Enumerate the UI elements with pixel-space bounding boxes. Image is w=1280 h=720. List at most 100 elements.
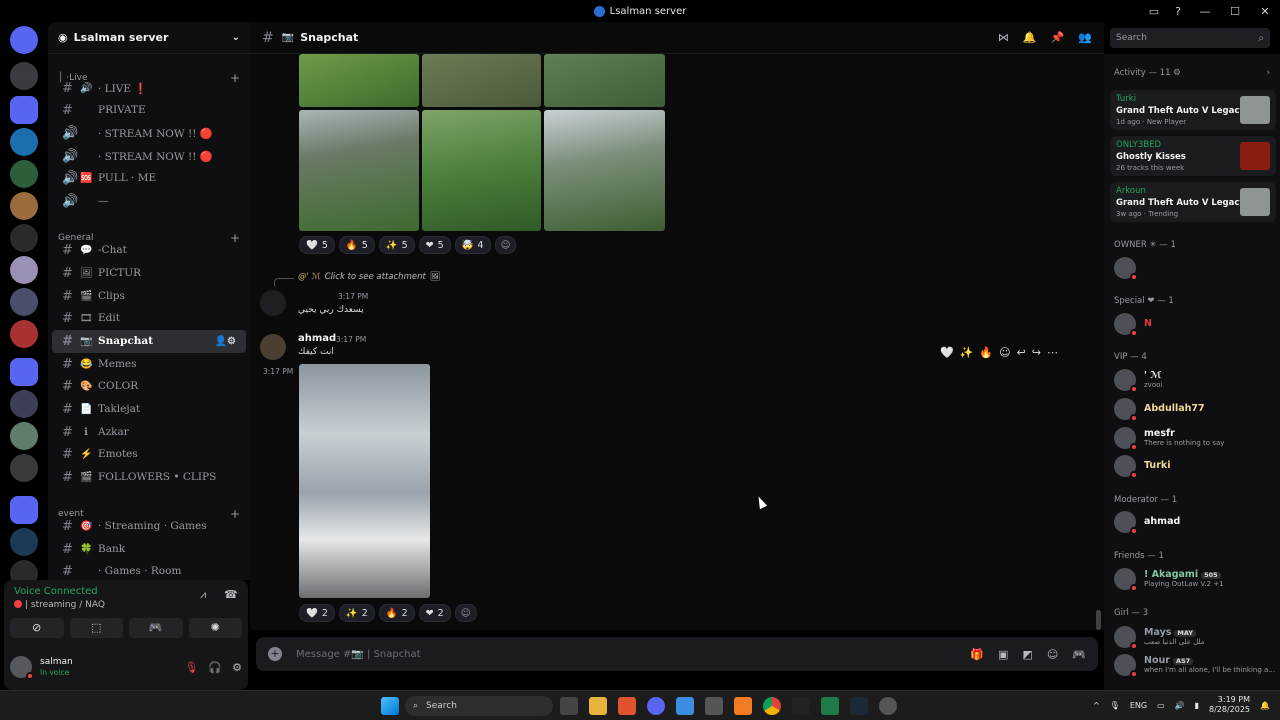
attachment-image[interactable] [544,54,665,107]
channel-item[interactable]: 🔊 — [52,190,246,213]
avatar[interactable] [1114,257,1138,281]
language-indicator[interactable]: ENG [1130,701,1147,710]
more-icon[interactable]: ⋯ [1047,346,1058,359]
reaction-chip[interactable]: ✨ 5 [378,236,415,254]
channel-item[interactable]: # 🎨 COLOR [52,375,246,398]
reaction-chip[interactable]: ❤ 5 [418,236,451,254]
brave-browser-icon[interactable] [618,697,636,715]
member-item[interactable]: Turki [1114,453,1276,479]
reply-icon[interactable]: ↩ [1017,346,1026,359]
app-icon[interactable] [879,697,897,715]
battery-icon[interactable]: ▮ [1195,701,1199,710]
discord-home-icon[interactable] [10,26,38,54]
gif-icon[interactable]: ▣ [998,648,1008,661]
avatar[interactable] [260,290,286,316]
reaction-chip[interactable]: 🔥 2 [378,604,415,622]
channel-item[interactable]: # 🎯 · Streaming · Games [52,515,246,538]
add-reaction-icon[interactable]: ☺ [999,346,1010,359]
add-reaction-icon[interactable]: ☺ [454,604,477,622]
server-icon[interactable] [10,288,38,316]
task-view-icon[interactable] [560,697,578,715]
pin-icon[interactable]: 📌 [1051,31,1065,44]
avatar[interactable] [1114,427,1138,451]
gift-icon[interactable]: 🎁 [970,648,984,661]
avatar[interactable] [1114,455,1138,479]
avatar[interactable] [1114,398,1138,422]
screen-share-button[interactable]: ⬚ [69,618,123,638]
deafen-icon[interactable]: 🎧 [208,661,222,674]
activity-card[interactable]: ONLY3BED Ghostly Kisses 26 tracks this wee… [1110,136,1276,176]
minimize-button[interactable]: — [1190,5,1220,18]
close-button[interactable]: ✕ [1250,5,1280,18]
avatar[interactable] [10,656,34,680]
channel-item[interactable]: # PRIVATE [52,99,246,122]
member-item[interactable]: mesfr There is nothing to say [1114,425,1276,451]
app-icon[interactable] [821,697,839,715]
server-icon[interactable] [10,422,38,450]
member-item[interactable] [1114,255,1276,281]
reply-author[interactable]: @' ℳ [298,272,321,282]
server-icon[interactable] [10,160,38,188]
discord-app-icon[interactable] [647,697,665,715]
channel-item[interactable]: 🔊 · STREAM NOW !! 🔴 [52,145,246,168]
attachment-image[interactable] [422,110,541,231]
reaction-chip[interactable]: 🤍 2 [299,604,335,622]
channel-item[interactable]: # 🍀 Bank [52,538,246,561]
chrome-icon[interactable] [763,697,781,715]
network-icon[interactable]: ▭ [1157,701,1165,710]
app-icon[interactable] [705,697,723,715]
activity-card[interactable]: Turki Grand Theft Auto V Legacy 1d ago · N… [1110,90,1276,130]
forward-icon[interactable]: ↪ [1032,346,1041,359]
channel-item[interactable]: # 🎬 FOLLOWERS • CLIPS [52,466,246,489]
microphone-icon[interactable]: 🎙 [1110,701,1120,710]
soundboard-button[interactable]: ✺ [188,618,242,638]
activity-card[interactable]: Arkoun Grand Theft Auto V Legacy 3w ago · … [1110,182,1276,222]
message-composer[interactable]: + Message #📷 | Snapchat 🎁 ▣ ◩ ☺ 🎮 [256,637,1098,671]
server-icon[interactable] [10,128,38,156]
server-icon[interactable] [10,224,38,252]
member-item[interactable]: Abdullah77 [1114,396,1276,422]
avatar[interactable] [1114,654,1138,678]
clock[interactable]: 3:19 PM 8/28/2025 [1209,695,1250,716]
server-icon[interactable] [10,528,38,556]
attachment-image[interactable] [299,110,419,231]
server-icon[interactable] [10,320,38,348]
channel-item[interactable]: # 💬 -Chat [52,239,246,262]
camera-off-button[interactable]: ⊘ [10,618,64,638]
reaction-chip[interactable]: 🤍 5 [299,236,335,254]
channel-item[interactable]: # ℹ Azkar [52,421,246,444]
member-item[interactable]: ! Akagami 505 Playing OutLaw V.2 +1 [1114,566,1276,592]
scrollbar[interactable] [1096,610,1101,630]
avatar[interactable] [1114,313,1138,337]
user-panel[interactable]: salman In voice 🎙 🎧 ⚙ [10,650,242,684]
avatar[interactable] [1114,568,1138,592]
maximize-button[interactable]: ☐ [1220,5,1250,18]
reaction-chip[interactable]: 🤯 4 [454,236,491,254]
windows-start-icon[interactable] [381,697,399,715]
avatar[interactable] [260,334,286,360]
fire-reaction-icon[interactable]: 🔥 [979,346,993,359]
file-explorer-icon[interactable] [589,697,607,715]
store-icon[interactable] [676,697,694,715]
add-reaction-icon[interactable]: ☺ [494,236,517,254]
server-icon[interactable] [10,454,38,482]
bell-icon[interactable]: 🔔 [1023,31,1037,44]
mute-icon[interactable]: 🎙 [184,661,198,674]
sticker-icon[interactable]: ◩ [1022,648,1032,661]
attachment-image[interactable] [544,110,665,231]
taskbar-search[interactable]: ⌕ Search [405,696,553,716]
channel-item[interactable]: # 📷 Snapchat 👤⚙ [52,330,246,353]
channel-item[interactable]: 🔊 🆘 PULL · ME [52,167,246,190]
message-input[interactable]: Message #📷 | Snapchat [296,649,421,660]
threads-icon[interactable]: ⋈ [998,31,1009,44]
member-item[interactable]: ' ℳzvooi [1114,367,1276,393]
folder-icon[interactable] [10,496,38,524]
notifications-icon[interactable]: 🔔 [1260,701,1270,710]
reaction-chip[interactable]: ❤ 2 [418,604,451,622]
folder-icon[interactable] [10,358,38,386]
reply-text[interactable]: Click to see attachment [325,272,426,282]
disconnect-icon[interactable]: ☎ [224,588,238,601]
channel-settings-icon[interactable]: 👤⚙ [215,336,236,347]
noise-suppression-icon[interactable]: ⩘ [200,588,206,602]
search-input[interactable]: Search ⌕ [1110,28,1270,48]
